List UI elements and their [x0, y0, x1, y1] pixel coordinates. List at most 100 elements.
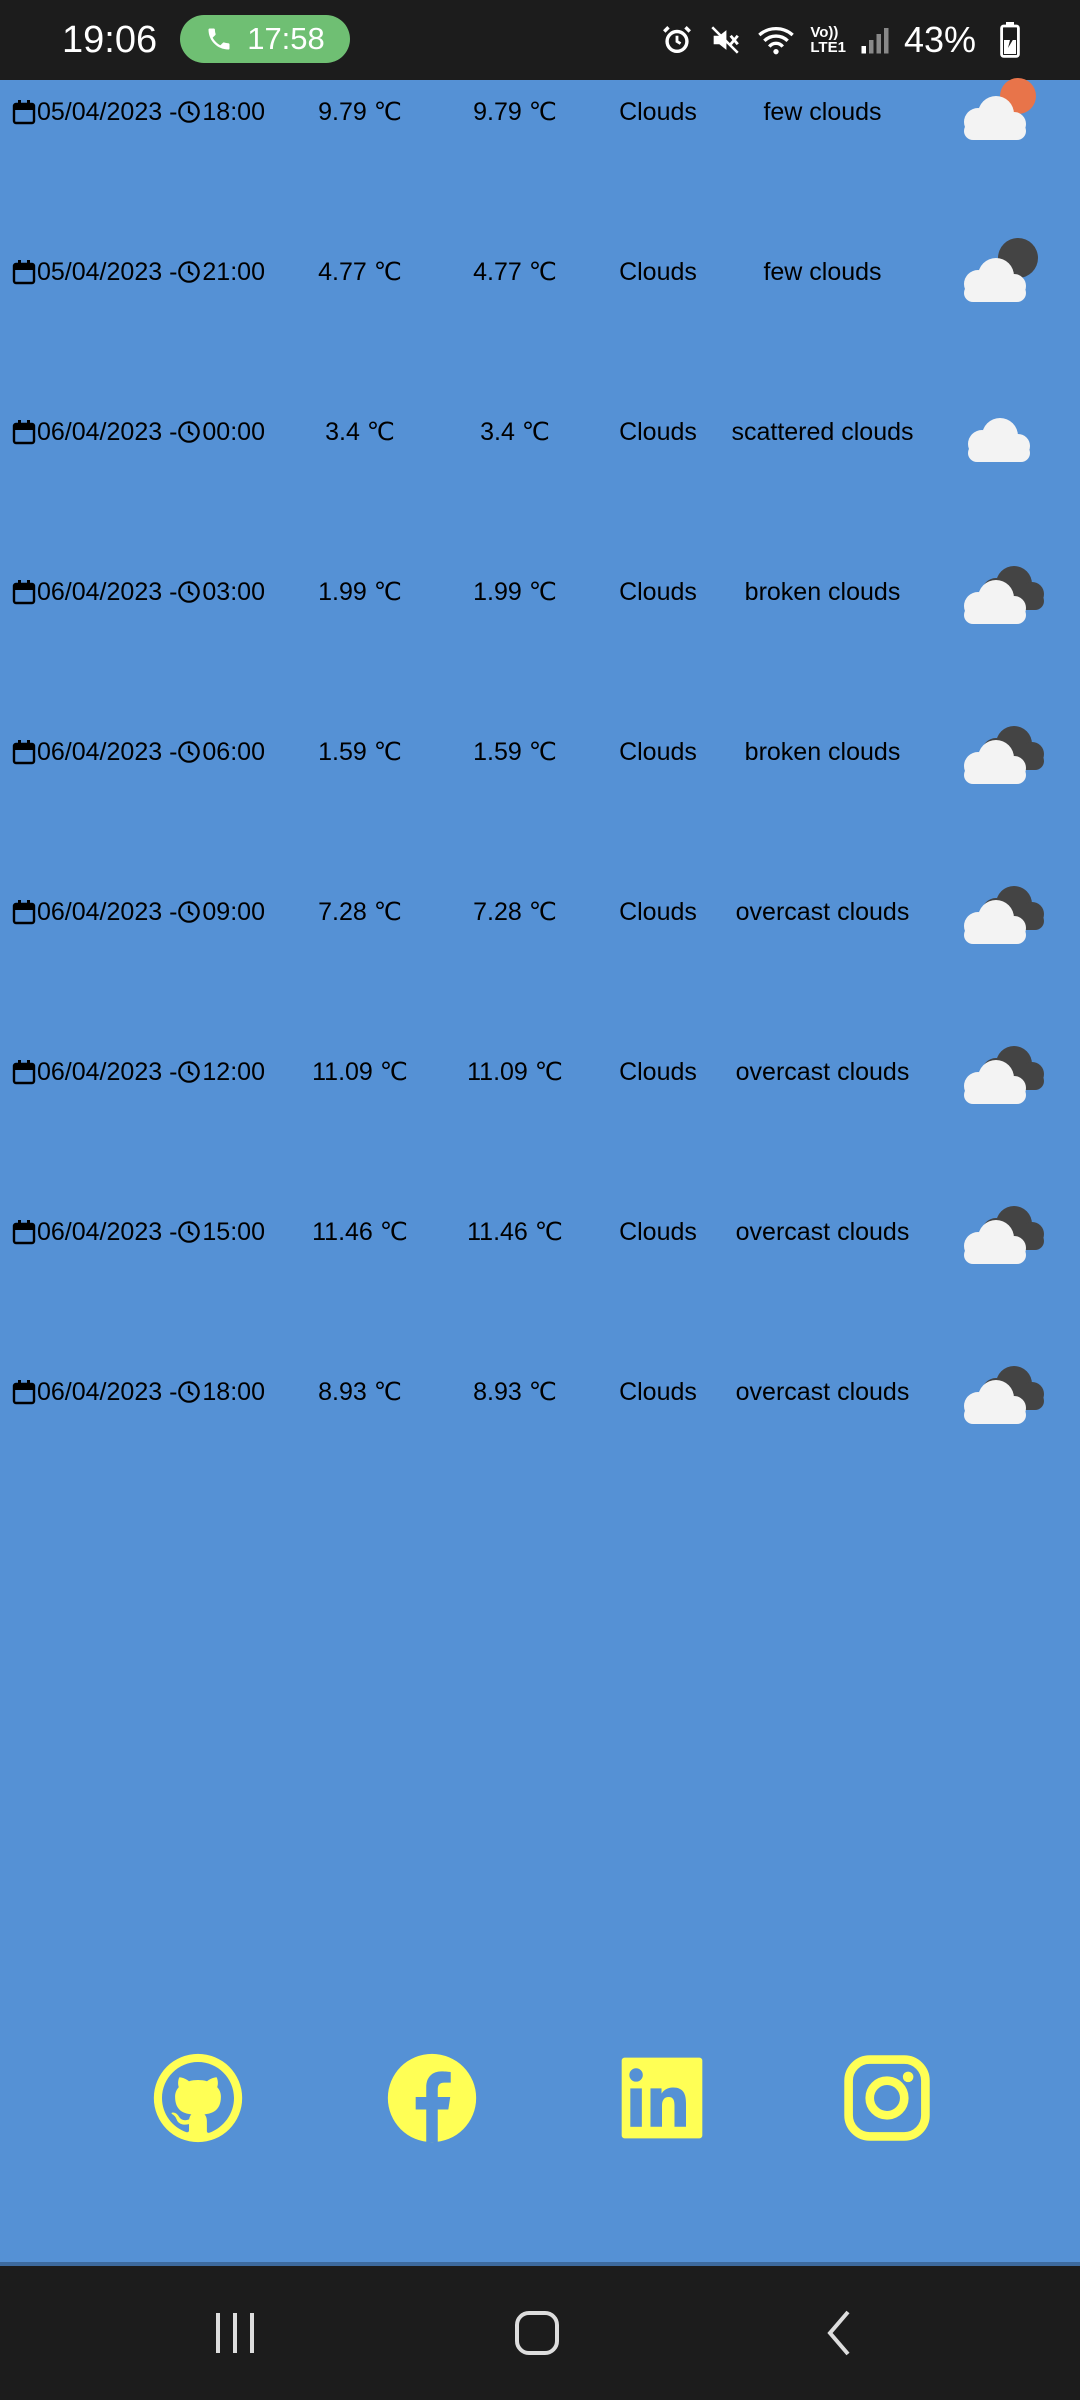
forecast-date: 06/04/2023 -	[37, 417, 178, 446]
clock-icon	[178, 101, 201, 123]
temperature: 11.46 ℃	[312, 1218, 408, 1246]
calendar-icon	[12, 100, 36, 125]
forecast-time: 00:00	[202, 417, 265, 446]
feels-like-temperature: 7.28 ℃	[473, 898, 557, 926]
weather-description: overcast clouds	[735, 1377, 910, 1406]
home-icon	[515, 2311, 559, 2355]
recent-apps-button[interactable]	[195, 2296, 275, 2370]
forecast-date: 06/04/2023 -	[37, 1217, 178, 1246]
recent-apps-icon	[216, 2313, 254, 2353]
facebook-icon[interactable]	[384, 2050, 480, 2146]
forecast-time: 18:00	[202, 1377, 265, 1406]
forecast-date: 06/04/2023 -	[37, 897, 178, 926]
broken-clouds-icon	[940, 1022, 1060, 1122]
forecast-row: 06/04/2023 - 00:00 3.4 ℃ 3.4 ℃ Clouds sc…	[0, 382, 1080, 482]
forecast-row: 06/04/2023 - 09:00 7.28 ℃ 7.28 ℃ Clouds …	[0, 862, 1080, 962]
weather-description: scattered clouds	[731, 417, 914, 446]
feels-like-temperature: 1.59 ℃	[473, 738, 557, 766]
datetime-cell: 06/04/2023 - 06:00	[12, 702, 265, 802]
weather-main: Clouds	[619, 897, 697, 926]
forecast-time: 06:00	[202, 737, 265, 766]
calendar-icon	[12, 1380, 36, 1405]
weather-main: Clouds	[619, 1057, 697, 1086]
clock-icon	[178, 1221, 201, 1243]
lte-label: LTE1	[810, 39, 846, 56]
broken-clouds-icon	[940, 862, 1060, 962]
forecast-date: 05/04/2023 -	[37, 97, 178, 126]
weather-description: broken clouds	[744, 737, 901, 766]
battery-icon	[1000, 22, 1020, 58]
weather-description: overcast clouds	[735, 897, 910, 926]
status-icons: Vo)) LTE1 43%	[660, 18, 976, 62]
battery-percent: 43%	[903, 19, 976, 60]
datetime-cell: 06/04/2023 - 03:00	[12, 542, 265, 642]
forecast-time: 15:00	[202, 1217, 265, 1246]
feels-like-temperature: 9.79 ℃	[473, 98, 557, 126]
forecast-row: 06/04/2023 - 12:00 11.09 ℃ 11.09 ℃ Cloud…	[0, 1022, 1080, 1122]
broken-clouds-icon	[940, 1342, 1060, 1442]
feels-like-temperature: 8.93 ℃	[473, 1378, 557, 1406]
datetime-cell: 06/04/2023 - 18:00	[12, 1342, 265, 1442]
clock-icon	[178, 581, 201, 603]
forecast-row: 06/04/2023 - 03:00 1.99 ℃ 1.99 ℃ Clouds …	[0, 542, 1080, 642]
cloud-moon-icon	[940, 222, 1060, 322]
datetime-cell: 05/04/2023 - 21:00	[12, 222, 265, 322]
feels-like-temperature: 1.99 ℃	[473, 578, 557, 606]
ongoing-call-pill[interactable]: 17:58	[180, 15, 350, 63]
temperature: 9.79 ℃	[318, 98, 402, 126]
calendar-icon	[12, 580, 36, 605]
volte-label: Vo))	[810, 24, 839, 41]
weather-main: Clouds	[619, 737, 697, 766]
forecast-row: 06/04/2023 - 18:00 8.93 ℃ 8.93 ℃ Clouds …	[0, 1342, 1080, 1442]
alarm-icon	[663, 26, 692, 54]
back-button[interactable]	[800, 2296, 880, 2370]
weather-main: Clouds	[619, 1217, 697, 1246]
instagram-icon[interactable]	[839, 2050, 935, 2146]
weather-description: broken clouds	[744, 577, 901, 606]
temperature: 8.93 ℃	[318, 1378, 402, 1406]
temperature: 4.77 ℃	[318, 258, 402, 286]
feels-like-temperature: 11.09 ℃	[467, 1058, 563, 1086]
calendar-icon	[12, 1220, 36, 1245]
calendar-icon	[12, 260, 36, 285]
clock-icon	[178, 1061, 201, 1083]
home-button[interactable]	[497, 2296, 577, 2370]
temperature: 1.59 ℃	[318, 738, 402, 766]
forecast-date: 06/04/2023 -	[37, 1057, 178, 1086]
call-timer: 17:58	[247, 21, 325, 56]
temperature: 3.4 ℃	[325, 418, 395, 446]
forecast-time: 21:00	[202, 257, 265, 286]
linkedin-icon[interactable]	[614, 2050, 710, 2146]
github-icon[interactable]	[150, 2050, 246, 2146]
back-icon	[827, 2310, 850, 2356]
navigation-bar	[0, 2266, 1080, 2400]
weather-main: Clouds	[619, 257, 697, 286]
signal-icon	[861, 28, 889, 54]
lte-icon: Vo)) LTE1	[810, 25, 846, 55]
social-links	[0, 2050, 1080, 2160]
status-time: 19:06	[62, 19, 158, 61]
datetime-cell: 06/04/2023 - 12:00	[12, 1022, 265, 1122]
feels-like-temperature: 4.77 ℃	[473, 258, 557, 286]
broken-clouds-icon	[940, 1182, 1060, 1282]
forecast-row: 05/04/2023 - 18:00 9.79 ℃ 9.79 ℃ Clouds …	[0, 62, 1080, 162]
broken-clouds-icon	[940, 542, 1060, 642]
forecast-date: 06/04/2023 -	[37, 737, 178, 766]
forecast-time: 18:00	[202, 97, 265, 126]
datetime-cell: 06/04/2023 - 00:00	[12, 382, 265, 482]
clock-icon	[178, 1381, 201, 1403]
datetime-cell: 06/04/2023 - 15:00	[12, 1182, 265, 1282]
weather-main: Clouds	[619, 97, 697, 126]
feels-like-temperature: 3.4 ℃	[480, 418, 550, 446]
weather-description: few clouds	[763, 97, 882, 126]
clock-icon	[178, 421, 201, 443]
forecast-row: 06/04/2023 - 06:00 1.59 ℃ 1.59 ℃ Clouds …	[0, 702, 1080, 802]
datetime-cell: 06/04/2023 - 09:00	[12, 862, 265, 962]
weather-description: few clouds	[763, 257, 882, 286]
weather-description: overcast clouds	[735, 1057, 910, 1086]
calendar-icon	[12, 740, 36, 765]
temperature: 1.99 ℃	[318, 578, 402, 606]
weather-main: Clouds	[619, 1377, 697, 1406]
forecast-row: 06/04/2023 - 15:00 11.46 ℃ 11.46 ℃ Cloud…	[0, 1182, 1080, 1282]
weather-main: Clouds	[619, 577, 697, 606]
